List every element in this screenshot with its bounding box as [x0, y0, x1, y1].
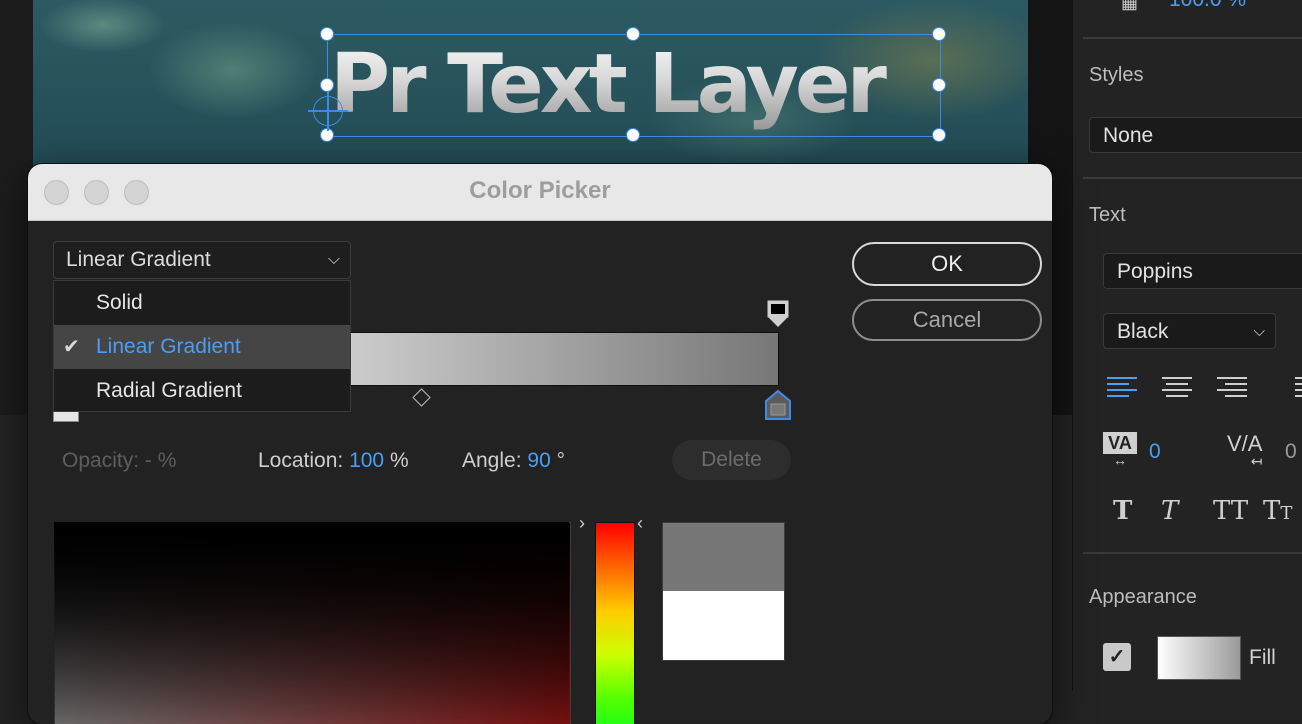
resize-handle-top-left[interactable] [320, 27, 334, 41]
fill-type-dropdown[interactable]: Linear Gradient ⌵ [53, 241, 351, 279]
location-field: Location: 100 % [258, 448, 409, 474]
color-picker-dialog: Color Picker Linear Gradient ⌵ Opacity: … [28, 164, 1052, 724]
angle-field: Angle: 90 ° [462, 448, 565, 474]
kerning-value[interactable]: 0 [1149, 440, 1161, 464]
chevron-down-icon: ⌵ [1253, 323, 1265, 340]
align-left-icon[interactable] [1107, 377, 1137, 397]
resize-handle-middle-left[interactable] [320, 78, 334, 92]
menu-item-linear-gradient[interactable]: ✔ Linear Gradient [54, 325, 350, 369]
anchor-point-icon[interactable] [308, 91, 348, 131]
font-style-value: Black [1117, 320, 1169, 343]
align-center-icon[interactable] [1162, 377, 1192, 397]
resize-handle-top-right[interactable] [932, 27, 946, 41]
faux-italic-icon[interactable]: T [1161, 496, 1178, 526]
location-unit: % [389, 449, 409, 472]
ok-button[interactable]: OK [852, 242, 1042, 286]
faux-bold-icon[interactable]: T [1113, 496, 1132, 526]
tracking-icon: V/A ↤ [1227, 431, 1263, 469]
divider [1083, 37, 1302, 39]
justify-icon[interactable] [1295, 377, 1302, 397]
gradient-midpoint-icon[interactable] [412, 388, 431, 407]
location-label: Location: [258, 449, 344, 472]
delete-stop-button[interactable]: Delete [672, 440, 791, 480]
menu-item-label: Linear Gradient [96, 335, 241, 358]
chevron-down-icon: ⌵ [327, 251, 340, 268]
fill-swatch[interactable] [1157, 636, 1241, 680]
resize-handle-bottom-center[interactable] [626, 128, 640, 142]
fill-checkbox[interactable]: ✓ [1103, 643, 1131, 671]
saturation-brightness-shading [54, 522, 569, 724]
kerning-icon: VA ↔ [1103, 432, 1137, 467]
opacity-value[interactable]: 100.0 % [1169, 0, 1246, 12]
tracking-value[interactable]: 0 [1285, 440, 1297, 464]
align-right-icon[interactable] [1217, 377, 1247, 397]
hue-slider-right-arrow-icon[interactable]: ‹ [637, 513, 643, 534]
color-stop-selected[interactable] [765, 390, 791, 420]
opacity-field: Opacity: - % [62, 448, 176, 474]
resize-handle-bottom-right[interactable] [932, 128, 946, 142]
angle-label: Angle: [462, 449, 522, 472]
hue-slider-left-arrow-icon[interactable]: › [579, 513, 585, 534]
text-bounding-box[interactable] [327, 34, 941, 137]
cancel-button[interactable]: Cancel [852, 299, 1042, 341]
opacity-stop-icon[interactable] [767, 300, 789, 328]
menu-item-label: Radial Gradient [96, 379, 242, 402]
all-caps-icon[interactable]: TT [1213, 496, 1248, 526]
location-value[interactable]: 100 [349, 449, 384, 472]
resize-handle-top-center[interactable] [626, 27, 640, 41]
styles-dropdown[interactable]: None [1089, 117, 1302, 153]
fill-label: Fill [1249, 646, 1276, 669]
styles-heading: Styles [1089, 64, 1144, 86]
angle-value[interactable]: 90 [527, 449, 550, 472]
checkerboard-opacity-icon: ▦ [1121, 0, 1139, 12]
original-color-swatch[interactable] [662, 591, 785, 661]
font-family-dropdown[interactable]: Poppins [1103, 253, 1302, 289]
appearance-heading: Appearance [1089, 586, 1197, 608]
opacity-label: Opacity: [62, 449, 140, 472]
new-color-swatch [662, 522, 785, 591]
fill-type-menu: Solid ✔ Linear Gradient Radial Gradient [53, 280, 351, 412]
small-caps-icon[interactable]: TT [1263, 496, 1292, 526]
menu-item-solid[interactable]: Solid [54, 281, 350, 325]
dialog-titlebar[interactable]: Color Picker [28, 164, 1052, 221]
angle-unit: ° [556, 449, 565, 472]
menu-item-radial-gradient[interactable]: Radial Gradient [54, 369, 350, 413]
font-style-dropdown[interactable]: Black ⌵ [1103, 313, 1276, 349]
dialog-title: Color Picker [469, 177, 611, 204]
menu-item-label: Solid [96, 291, 143, 314]
resize-handle-middle-right[interactable] [932, 78, 946, 92]
divider [1083, 552, 1302, 554]
hue-slider[interactable] [595, 522, 635, 724]
text-heading: Text [1089, 204, 1126, 226]
divider [1083, 177, 1302, 179]
opacity-value: - % [144, 449, 177, 472]
checkmark-icon: ✔ [63, 336, 80, 358]
fill-type-value: Linear Gradient [66, 248, 211, 271]
essential-graphics-panel: ▦ 100.0 % Styles None Text Poppins Black… [1072, 0, 1302, 690]
